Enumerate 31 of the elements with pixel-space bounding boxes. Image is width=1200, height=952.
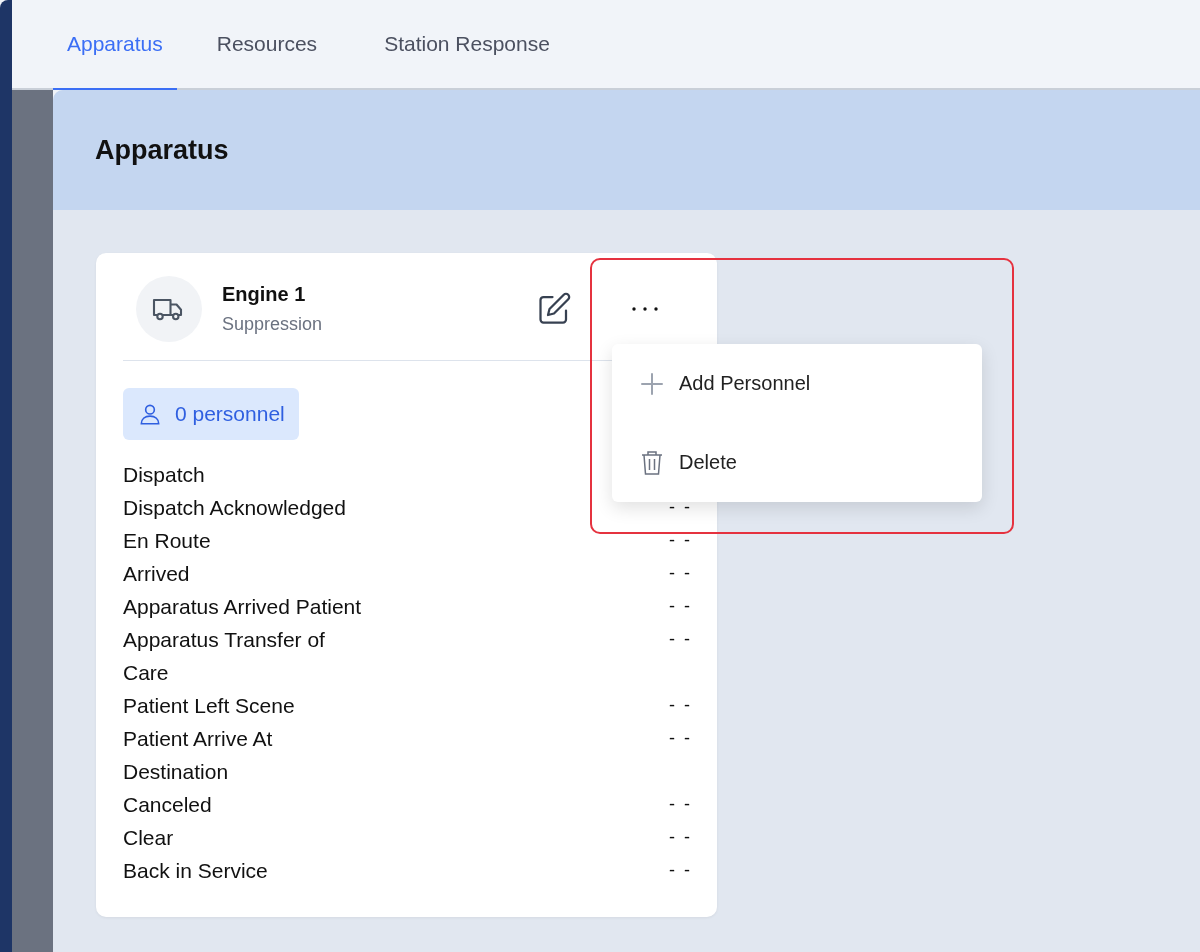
tab[interactable]: Station Response	[357, 0, 577, 90]
apparatus-type: Suppression	[222, 314, 324, 335]
status-label: Dispatch	[123, 462, 205, 488]
status-time: - -	[669, 694, 692, 717]
page-title: Apparatus	[95, 134, 229, 166]
status-time: - -	[669, 595, 692, 618]
menu-item[interactable]: Add Personnel	[612, 344, 982, 423]
status-label: En Route	[123, 528, 211, 554]
more-icon[interactable]	[630, 305, 660, 313]
trash-icon	[640, 449, 664, 476]
personnel-badge[interactable]: 0 personnel	[123, 388, 299, 440]
status-time: - -	[669, 628, 692, 651]
status-time: - -	[669, 859, 692, 882]
status-time: - -	[669, 826, 692, 849]
status-label: Clear	[123, 825, 174, 851]
status-label: Patient Arrive At Destination	[123, 726, 274, 785]
edit-icon[interactable]	[536, 291, 572, 327]
status-time: - -	[669, 562, 692, 585]
status-time: - -	[669, 529, 692, 552]
plus-icon	[640, 371, 664, 396]
status-label: Patient Left Scene	[123, 693, 295, 719]
tab[interactable]: Resources	[189, 0, 345, 90]
status-time: - -	[669, 727, 692, 750]
status-label: Arrived	[123, 561, 190, 587]
status-label: Apparatus Arrived Patient	[123, 594, 362, 620]
status-time: - -	[669, 793, 692, 816]
apparatus-name: Engine 1	[222, 283, 307, 306]
status-label: Back in Service	[123, 858, 268, 884]
status-label: Dispatch Acknowledged	[123, 495, 346, 521]
status-label: Canceled	[123, 792, 212, 818]
status-label: Apparatus Transfer of Care	[123, 627, 326, 686]
